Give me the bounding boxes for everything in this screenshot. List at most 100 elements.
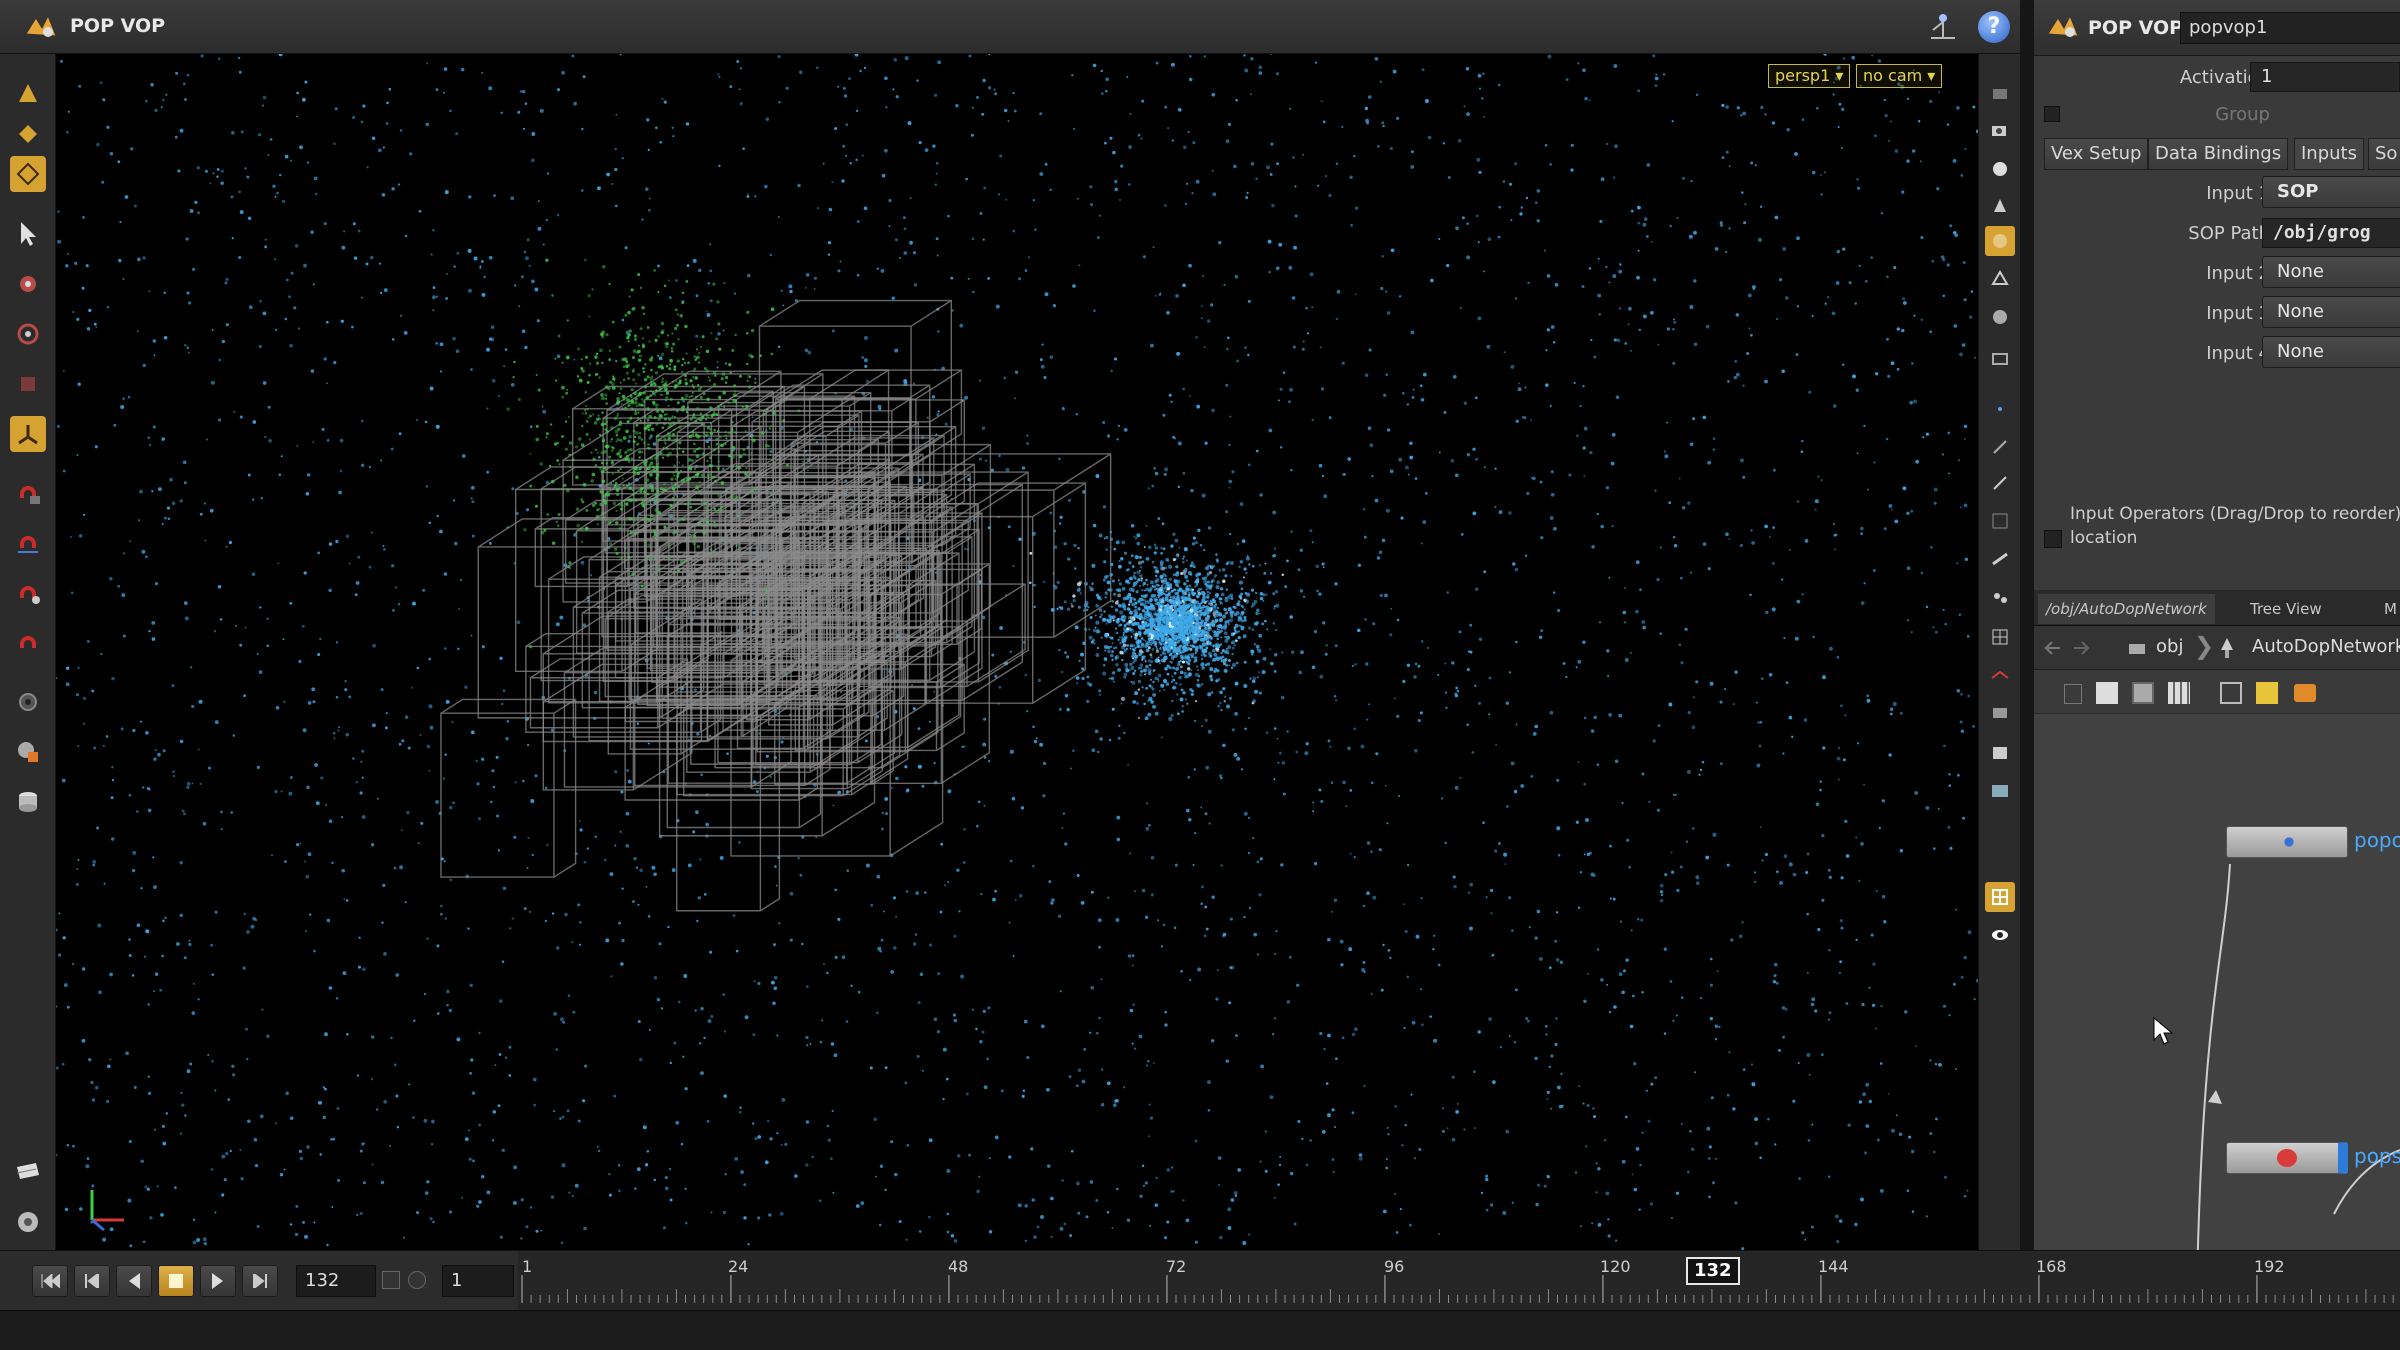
magnet-tool-icon-2[interactable]	[10, 524, 46, 560]
back-arrow-icon[interactable]	[2042, 638, 2064, 658]
tick-label-96: 96	[1384, 1257, 1405, 1276]
cam-menu[interactable]: no cam ▾	[1856, 64, 1943, 88]
cylinder-tool-icon[interactable]	[10, 784, 46, 820]
tab-network-path[interactable]: /obj/AutoDopNetwork	[2038, 594, 2215, 624]
background-icon[interactable]	[1985, 698, 2015, 728]
realtime-toggle-icon[interactable]	[408, 1271, 426, 1289]
frame-lock-icon[interactable]	[382, 1271, 400, 1289]
snapping-icon[interactable]	[10, 1204, 46, 1240]
sop-path-label: SOP Path	[2188, 223, 2270, 244]
tab-more-network[interactable]: M	[2376, 594, 2400, 624]
sticky-note-icon[interactable]	[2256, 682, 2278, 704]
particle-core	[1018, 488, 1338, 753]
tab-more[interactable]: So	[2368, 138, 2400, 170]
network-pane-tabs: /obj/AutoDopNetwork Tree View M	[2034, 590, 2400, 626]
network-box-icon[interactable]	[2294, 684, 2316, 702]
step-back-button[interactable]	[74, 1265, 110, 1297]
help-icon[interactable]: ?	[1978, 11, 2010, 43]
reference-plane-icon[interactable]	[1985, 660, 2015, 690]
flipbook-icon[interactable]	[1985, 738, 2015, 768]
sphere-icon[interactable]	[1985, 154, 2015, 184]
node-popobject-label[interactable]: popo	[2354, 828, 2400, 852]
pose-tool-icon[interactable]	[10, 416, 46, 452]
light-icon[interactable]	[1985, 192, 2015, 222]
input-4-menu[interactable]: None	[2262, 336, 2400, 368]
sphere-tool-icon[interactable]	[10, 734, 46, 770]
move-tool-icon[interactable]	[10, 266, 46, 302]
timeline-ticks	[521, 1275, 2394, 1303]
timeline-ruler[interactable]: 1 24 48 72 96 120 144 168 192 132	[518, 1251, 2400, 1311]
display-toolbar	[1978, 54, 2020, 1250]
render-icon[interactable]	[1985, 776, 2015, 806]
play-reverse-button[interactable]	[116, 1265, 152, 1297]
stop-button[interactable]	[158, 1265, 194, 1297]
tab-data-bindings[interactable]: Data Bindings	[2148, 138, 2289, 170]
input-1-menu[interactable]: SOP	[2262, 176, 2400, 208]
node-name-field[interactable]: popvop1	[2180, 12, 2400, 44]
magnet-tool-icon-3[interactable]	[10, 574, 46, 610]
network-link-icon[interactable]	[1925, 10, 1961, 46]
normal-display-icon[interactable]	[1985, 432, 2015, 462]
input-2-menu[interactable]: None	[2262, 256, 2400, 288]
camera-menu[interactable]: persp1 ▾	[1768, 64, 1851, 88]
forward-arrow-icon[interactable]	[2070, 638, 2092, 658]
pointer-icon[interactable]	[10, 216, 46, 252]
node-popsolver[interactable]	[2226, 1142, 2348, 1174]
path-obj[interactable]: obj	[2156, 636, 2183, 657]
scale-tool-icon[interactable]	[10, 366, 46, 402]
scene-viewport[interactable]: persp1 ▾ no cam ▾	[56, 54, 1978, 1250]
node-popsolver-label[interactable]: pops	[2354, 1144, 2400, 1168]
tab-tree-view[interactable]: Tree View	[2242, 594, 2330, 624]
handle-tool-icon[interactable]	[10, 156, 46, 192]
vector-display-icon[interactable]	[1985, 468, 2015, 498]
display-options-icon[interactable]	[10, 1154, 46, 1190]
template-icon[interactable]	[1985, 344, 2015, 374]
input-operators-toggle[interactable]	[2044, 530, 2062, 548]
pop-node-icon	[2277, 833, 2301, 851]
viewport-layout-icon[interactable]	[1985, 882, 2015, 912]
left-toolbar	[0, 54, 56, 1250]
current-frame-marker[interactable]: 132	[1686, 1257, 1740, 1285]
grid-view-icon[interactable]	[2168, 682, 2190, 704]
lock-icon[interactable]	[1985, 76, 2015, 106]
play-button[interactable]	[200, 1265, 236, 1297]
path-autodopnetwork[interactable]: AutoDopNetwork	[2252, 636, 2400, 657]
group-checkbox[interactable]	[2044, 106, 2060, 122]
ghost-icon[interactable]	[1985, 302, 2015, 332]
wireframe-icon[interactable]	[1985, 264, 2015, 294]
visibility-icon[interactable]	[1985, 920, 2015, 950]
jump-end-button[interactable]	[242, 1265, 278, 1297]
tab-vex-setup[interactable]: Vex Setup	[2044, 138, 2149, 170]
point-display-icon[interactable]	[1985, 394, 2015, 424]
shaded-icon[interactable]	[1985, 226, 2015, 256]
path-separator-icon: ❯	[2194, 632, 2215, 660]
frame-icon[interactable]	[2132, 682, 2154, 704]
input-3-menu[interactable]: None	[2262, 296, 2400, 328]
step-field[interactable]: 1	[442, 1265, 514, 1297]
select-tool-icon[interactable]	[10, 116, 46, 152]
sop-path-field[interactable]: /obj/grog	[2262, 218, 2400, 248]
tab-inputs[interactable]: Inputs	[2294, 138, 2364, 170]
solver-node-icon	[2277, 1149, 2297, 1167]
current-frame-field[interactable]: 132	[296, 1265, 376, 1297]
particle-display-icon[interactable]	[1985, 582, 2015, 612]
activation-field[interactable]: 1	[2250, 62, 2400, 92]
magnet-tool-icon-4[interactable]	[10, 624, 46, 660]
tile-view-icon[interactable]	[2096, 682, 2118, 704]
node-popobject[interactable]	[2226, 826, 2348, 858]
gear-icon[interactable]	[10, 684, 46, 720]
view-tool-icon[interactable]	[10, 76, 46, 112]
uv-display-icon[interactable]	[1985, 506, 2015, 536]
axis-gizmo-icon	[90, 1190, 124, 1232]
guide-icon[interactable]	[1985, 544, 2015, 574]
group-label: Group	[2215, 104, 2270, 125]
list-view-icon[interactable]	[2064, 684, 2082, 704]
layout-icon[interactable]	[2220, 682, 2242, 704]
network-canvas[interactable]: popo pops	[2034, 714, 2400, 1250]
rotate-tool-icon[interactable]	[10, 316, 46, 352]
camera-icon[interactable]	[1985, 116, 2015, 146]
magnet-tool-icon-1[interactable]	[10, 474, 46, 510]
grid-icon[interactable]	[1985, 622, 2015, 652]
pane-divider[interactable]	[2020, 0, 2034, 1350]
jump-start-button[interactable]	[32, 1265, 68, 1297]
